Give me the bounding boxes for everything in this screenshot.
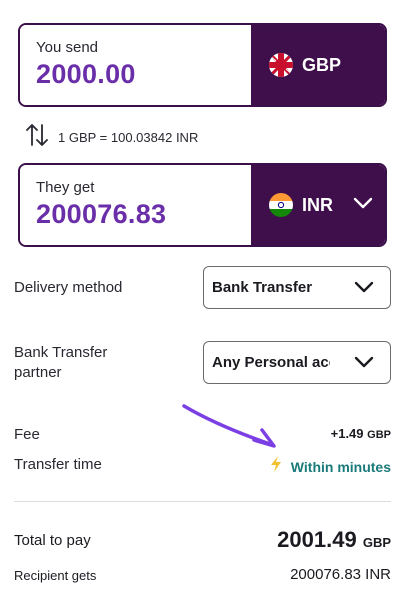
transfer-time-value: Within minutes xyxy=(269,455,391,478)
chevron-down-icon xyxy=(354,280,374,298)
receive-amount[interactable]: 200076.83 xyxy=(36,199,251,230)
send-currency-code: GBP xyxy=(302,54,342,75)
exchange-rate-row: 1 GBP = 100.03842 INR xyxy=(26,122,198,153)
delivery-method-value: Bank Transfer xyxy=(212,279,313,296)
receive-amount-box: They get 200076.83 INR xyxy=(18,163,387,247)
lightning-icon xyxy=(269,455,283,478)
chevron-down-icon xyxy=(354,355,374,373)
fee-value: +1.49 GBP xyxy=(331,426,391,441)
receive-label: They get xyxy=(36,179,95,196)
uk-flag-icon xyxy=(269,53,293,77)
delivery-method-label: Delivery method xyxy=(14,279,123,296)
partner-value: Any Personal account xyxy=(212,354,330,371)
fee-label: Fee xyxy=(14,426,40,443)
swap-arrows-icon[interactable] xyxy=(26,122,48,153)
divider xyxy=(14,501,391,502)
total-currency: GBP xyxy=(362,535,391,550)
recipient-amount: 200076.83 INR xyxy=(290,566,391,583)
total-amount: 2001.49 xyxy=(277,527,357,552)
send-label: You send xyxy=(36,39,99,56)
total-label: Total to pay xyxy=(14,532,91,549)
transfer-time-label: Transfer time xyxy=(14,456,102,473)
transfer-time-text: Within minutes xyxy=(290,458,391,475)
send-amount-field[interactable]: You send 2000.00 xyxy=(20,25,251,105)
recipient-label: Recipient gets xyxy=(14,568,97,583)
receive-currency-selector[interactable]: INR xyxy=(251,165,385,245)
send-currency-selector[interactable]: GBP xyxy=(251,25,385,105)
india-flag-icon xyxy=(269,193,293,217)
receive-amount-field[interactable]: They get 200076.83 xyxy=(20,165,251,245)
delivery-method-select[interactable]: Bank Transfer xyxy=(203,266,391,309)
exchange-rate-text: 1 GBP = 100.03842 INR xyxy=(58,130,199,145)
total-value: 2001.49 GBP xyxy=(277,527,391,553)
send-amount[interactable]: 2000.00 xyxy=(36,59,251,90)
send-amount-box: You send 2000.00 GBP xyxy=(18,23,387,107)
partner-select[interactable]: Any Personal account xyxy=(203,341,391,384)
partner-label: Bank Transfer partner xyxy=(14,344,108,381)
chevron-down-icon[interactable] xyxy=(353,196,373,214)
receive-currency-code: INR xyxy=(302,194,333,215)
fee-currency: GBP xyxy=(367,429,391,441)
fee-amount: +1.49 xyxy=(330,426,364,441)
